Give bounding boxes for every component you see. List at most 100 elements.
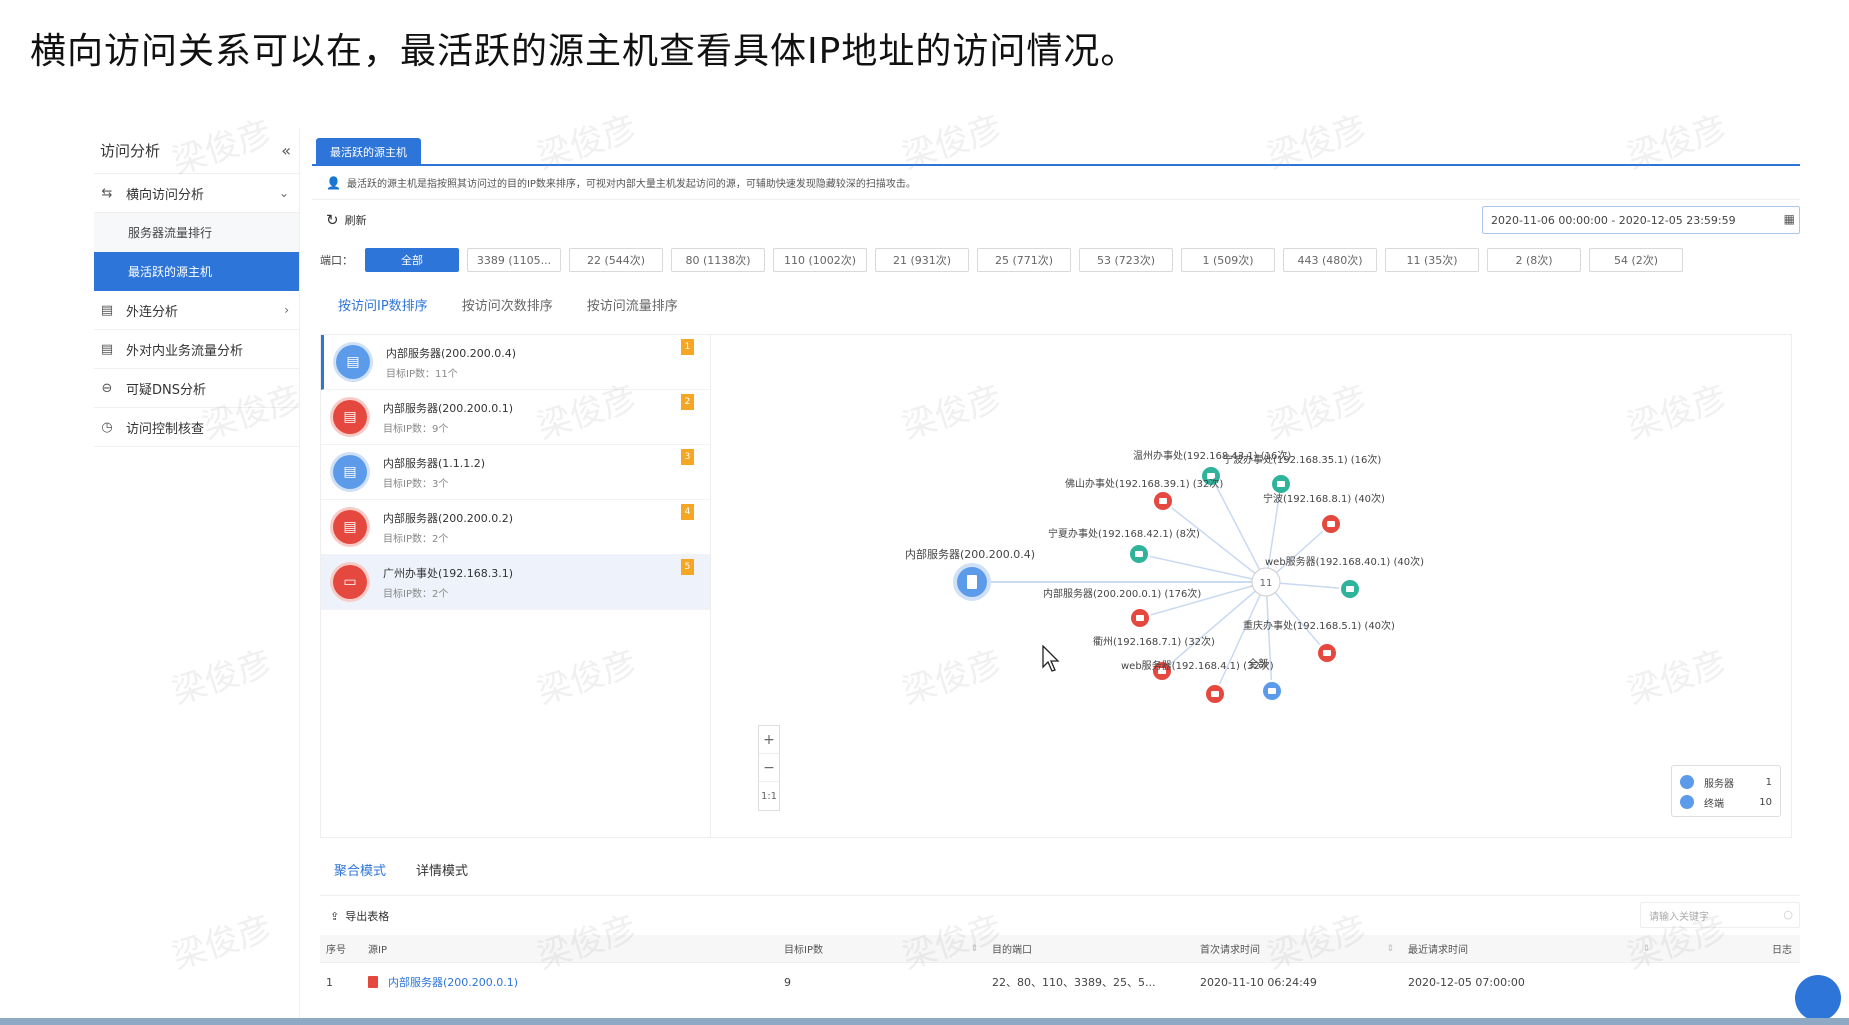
rank-badge: 1: [681, 339, 694, 355]
port-chip[interactable]: 3389 (1105...: [467, 248, 561, 272]
rank-badge: 4: [681, 504, 694, 520]
sidebar-item-outbound[interactable]: ▤ 外连分析 ›: [94, 291, 299, 330]
network-graph[interactable]: 11 内部服务器(200.200.0.4) 温州办事处(192.168.43.1) …: [713, 335, 1791, 839]
double-chevron-left-icon[interactable]: «: [281, 141, 291, 160]
monitor-icon: [1136, 615, 1144, 621]
rank-name: 广州办事处(192.168.3.1): [383, 566, 514, 580]
source-ip-link[interactable]: 内部服务器(200.200.0.1): [388, 974, 518, 990]
col-last-time[interactable]: 最近请求时间 ⇕: [1404, 941, 1660, 957]
sidebar-item-dns[interactable]: ⊖ 可疑DNS分析: [94, 369, 299, 408]
port-chip[interactable]: 54 (2次): [1589, 248, 1683, 272]
traffic-icon: ▤: [100, 341, 114, 357]
list-item[interactable]: ▤ 内部服务器(200.200.0.1) 目标IP数：9个 2: [321, 390, 710, 445]
list-item[interactable]: ▭ 广州办事处(192.168.3.1) 目标IP数：2个 5: [321, 555, 710, 610]
legend-row[interactable]: 服务器 1: [1680, 772, 1772, 792]
export-button[interactable]: ⇪ 导出表格: [330, 908, 389, 924]
graph-node-label: 佛山办事处(192.168.39.1) (32次): [1065, 477, 1223, 490]
cell-target-count: 9: [784, 975, 791, 989]
search-placeholder: 请输入关键字: [1649, 911, 1709, 923]
export-label: 导出表格: [345, 910, 390, 923]
zoom-reset-button[interactable]: 1:1: [759, 782, 779, 810]
port-chip[interactable]: 11 (35次): [1385, 248, 1479, 272]
table-row[interactable]: 1 内部服务器(200.200.0.1) 9 22、80、110、3389、25…: [320, 963, 1800, 1001]
monitor-icon: [1346, 586, 1354, 592]
port-chip[interactable]: 53 (723次): [1079, 248, 1173, 272]
date-range-picker[interactable]: 2020-11-06 00:00:00 - 2020-12-05 23:59:5…: [1482, 206, 1800, 234]
tab-sort-by-traffic[interactable]: 按访问流量排序: [587, 295, 678, 322]
legend-count: 1: [1765, 776, 1772, 788]
user-icon: 👤: [326, 175, 341, 190]
monitor-icon: [1211, 691, 1219, 697]
legend-row[interactable]: 终端 10: [1680, 792, 1772, 812]
tab-active-source[interactable]: 最活跃的源主机: [316, 138, 421, 166]
sidebar-item-traffic[interactable]: ▤ 外对内业务流量分析: [94, 330, 299, 369]
sort-tabs: 按访问IP数排序 按访问次数排序 按访问流量排序: [312, 286, 1800, 322]
list-item[interactable]: ▤ 内部服务器(200.200.0.4) 目标IP数：11个 1: [321, 335, 710, 390]
port-chip[interactable]: 1 (509次): [1181, 248, 1275, 272]
tab-bar: 最活跃的源主机: [312, 130, 1800, 166]
port-chip[interactable]: 22 (544次): [569, 248, 663, 272]
search-icon[interactable]: ○: [1783, 908, 1793, 921]
monitor-icon: [1327, 521, 1335, 527]
rank-badge: 5: [681, 559, 694, 575]
rank-sub: 目标IP数：3个: [383, 478, 449, 490]
graph-node-label: 内部服务器(200.200.0.1) (176次): [1043, 587, 1201, 600]
sidebar-item-lateral[interactable]: ⇆ 横向访问分析 ⌄: [94, 174, 299, 213]
sidebar-header: 访问分析 «: [94, 128, 299, 174]
terminal-icon: [1680, 795, 1694, 809]
refresh-icon: ↻: [326, 211, 339, 229]
col-log: 日志: [1772, 945, 1792, 956]
cell-first-time: 2020-11-10 06:24:49: [1200, 975, 1317, 989]
col-first-time[interactable]: 首次请求时间 ⇕: [1196, 941, 1404, 957]
zoom-out-button[interactable]: −: [759, 754, 779, 782]
dns-icon: ⊖: [101, 380, 113, 396]
search-input[interactable]: 请输入关键字 ○: [1640, 902, 1800, 928]
floating-action-button[interactable]: [1795, 975, 1841, 1021]
zoom-in-button[interactable]: +: [759, 726, 779, 754]
graph-node-label: 宁波办事处(192.168.35.1) (16次): [1223, 453, 1381, 466]
calendar-icon[interactable]: ▦: [1784, 212, 1795, 226]
port-chip[interactable]: 21 (931次): [875, 248, 969, 272]
graph-node-label: 衢州(192.168.7.1) (32次): [1093, 635, 1215, 648]
sort-icon[interactable]: ⇕: [1642, 944, 1650, 954]
list-item[interactable]: ▤ 内部服务器(200.200.0.2) 目标IP数：2个 4: [321, 500, 710, 555]
sort-icon[interactable]: ⇕: [1386, 944, 1394, 954]
tab-detail[interactable]: 详情模式: [416, 860, 468, 887]
tab-sort-by-ip[interactable]: 按访问IP数排序: [338, 295, 428, 322]
list-item[interactable]: ▤ 内部服务器(1.1.1.2) 目标IP数：3个 3: [321, 445, 710, 500]
graph-hub-label: 11: [1260, 578, 1273, 589]
col-target-count[interactable]: 目标IP数 ⇕: [780, 941, 988, 957]
graph-node-label: 重庆办事处(192.168.5.1) (40次): [1243, 619, 1395, 632]
date-range-value: 2020-11-06 00:00:00 - 2020-12-05 23:59:5…: [1491, 213, 1736, 227]
col-label: 最近请求时间: [1408, 945, 1468, 956]
lateral-icon: ⇆: [101, 185, 113, 201]
col-source-ip: 源IP: [368, 945, 387, 956]
rank-name: 内部服务器(200.200.0.4): [386, 346, 517, 360]
mode-tabs: 聚合模式 详情模式: [334, 860, 468, 887]
port-chip[interactable]: 2 (8次): [1487, 248, 1581, 272]
sidebar-item-access-control[interactable]: ◷ 访问控制核查: [94, 408, 299, 447]
server-icon: ▤: [333, 455, 367, 489]
graph-node-label: web服务器(192.168.40.1) (40次): [1265, 555, 1424, 568]
graph-node-label: 内部服务器(200.200.0.4): [905, 547, 1035, 561]
port-chip[interactable]: 全部: [365, 248, 459, 272]
content-area: ▤ 内部服务器(200.200.0.4) 目标IP数：11个 1 ▤ 内部服务器(…: [320, 334, 1792, 838]
rank-sub: 目标IP数：2个: [383, 588, 449, 600]
graph-edge: [1214, 581, 1267, 695]
port-chip[interactable]: 110 (1002次): [773, 248, 867, 272]
sort-icon[interactable]: ⇕: [970, 944, 978, 954]
tab-sort-by-count[interactable]: 按访问次数排序: [462, 295, 553, 322]
tab-aggregate[interactable]: 聚合模式: [334, 860, 386, 887]
refresh-button[interactable]: ↻ 刷新: [326, 211, 367, 229]
graph-node-label: 全部: [1248, 657, 1268, 670]
graph-node-label: 宁夏办事处(192.168.42.1) (8次): [1048, 527, 1200, 540]
notice-text: 最活跃的源主机是指按照其访问过的目的IP数来排序，可视对内部大量主机发起访问的源…: [346, 179, 916, 190]
port-chip[interactable]: 443 (480次): [1283, 248, 1377, 272]
server-icon: ▤: [333, 400, 367, 434]
port-chip[interactable]: 80 (1138次): [671, 248, 765, 272]
port-chip[interactable]: 25 (771次): [977, 248, 1071, 272]
chevron-right-icon: ›: [284, 303, 289, 317]
graph-canvas[interactable]: 11内部服务器(200.200.0.4)温州办事处(192.168.43.1) …: [713, 335, 1791, 839]
sidebar-subitem-active-source[interactable]: 最活跃的源主机: [94, 252, 299, 291]
sidebar-subitem-server-traffic[interactable]: 服务器流量排行: [94, 213, 299, 252]
